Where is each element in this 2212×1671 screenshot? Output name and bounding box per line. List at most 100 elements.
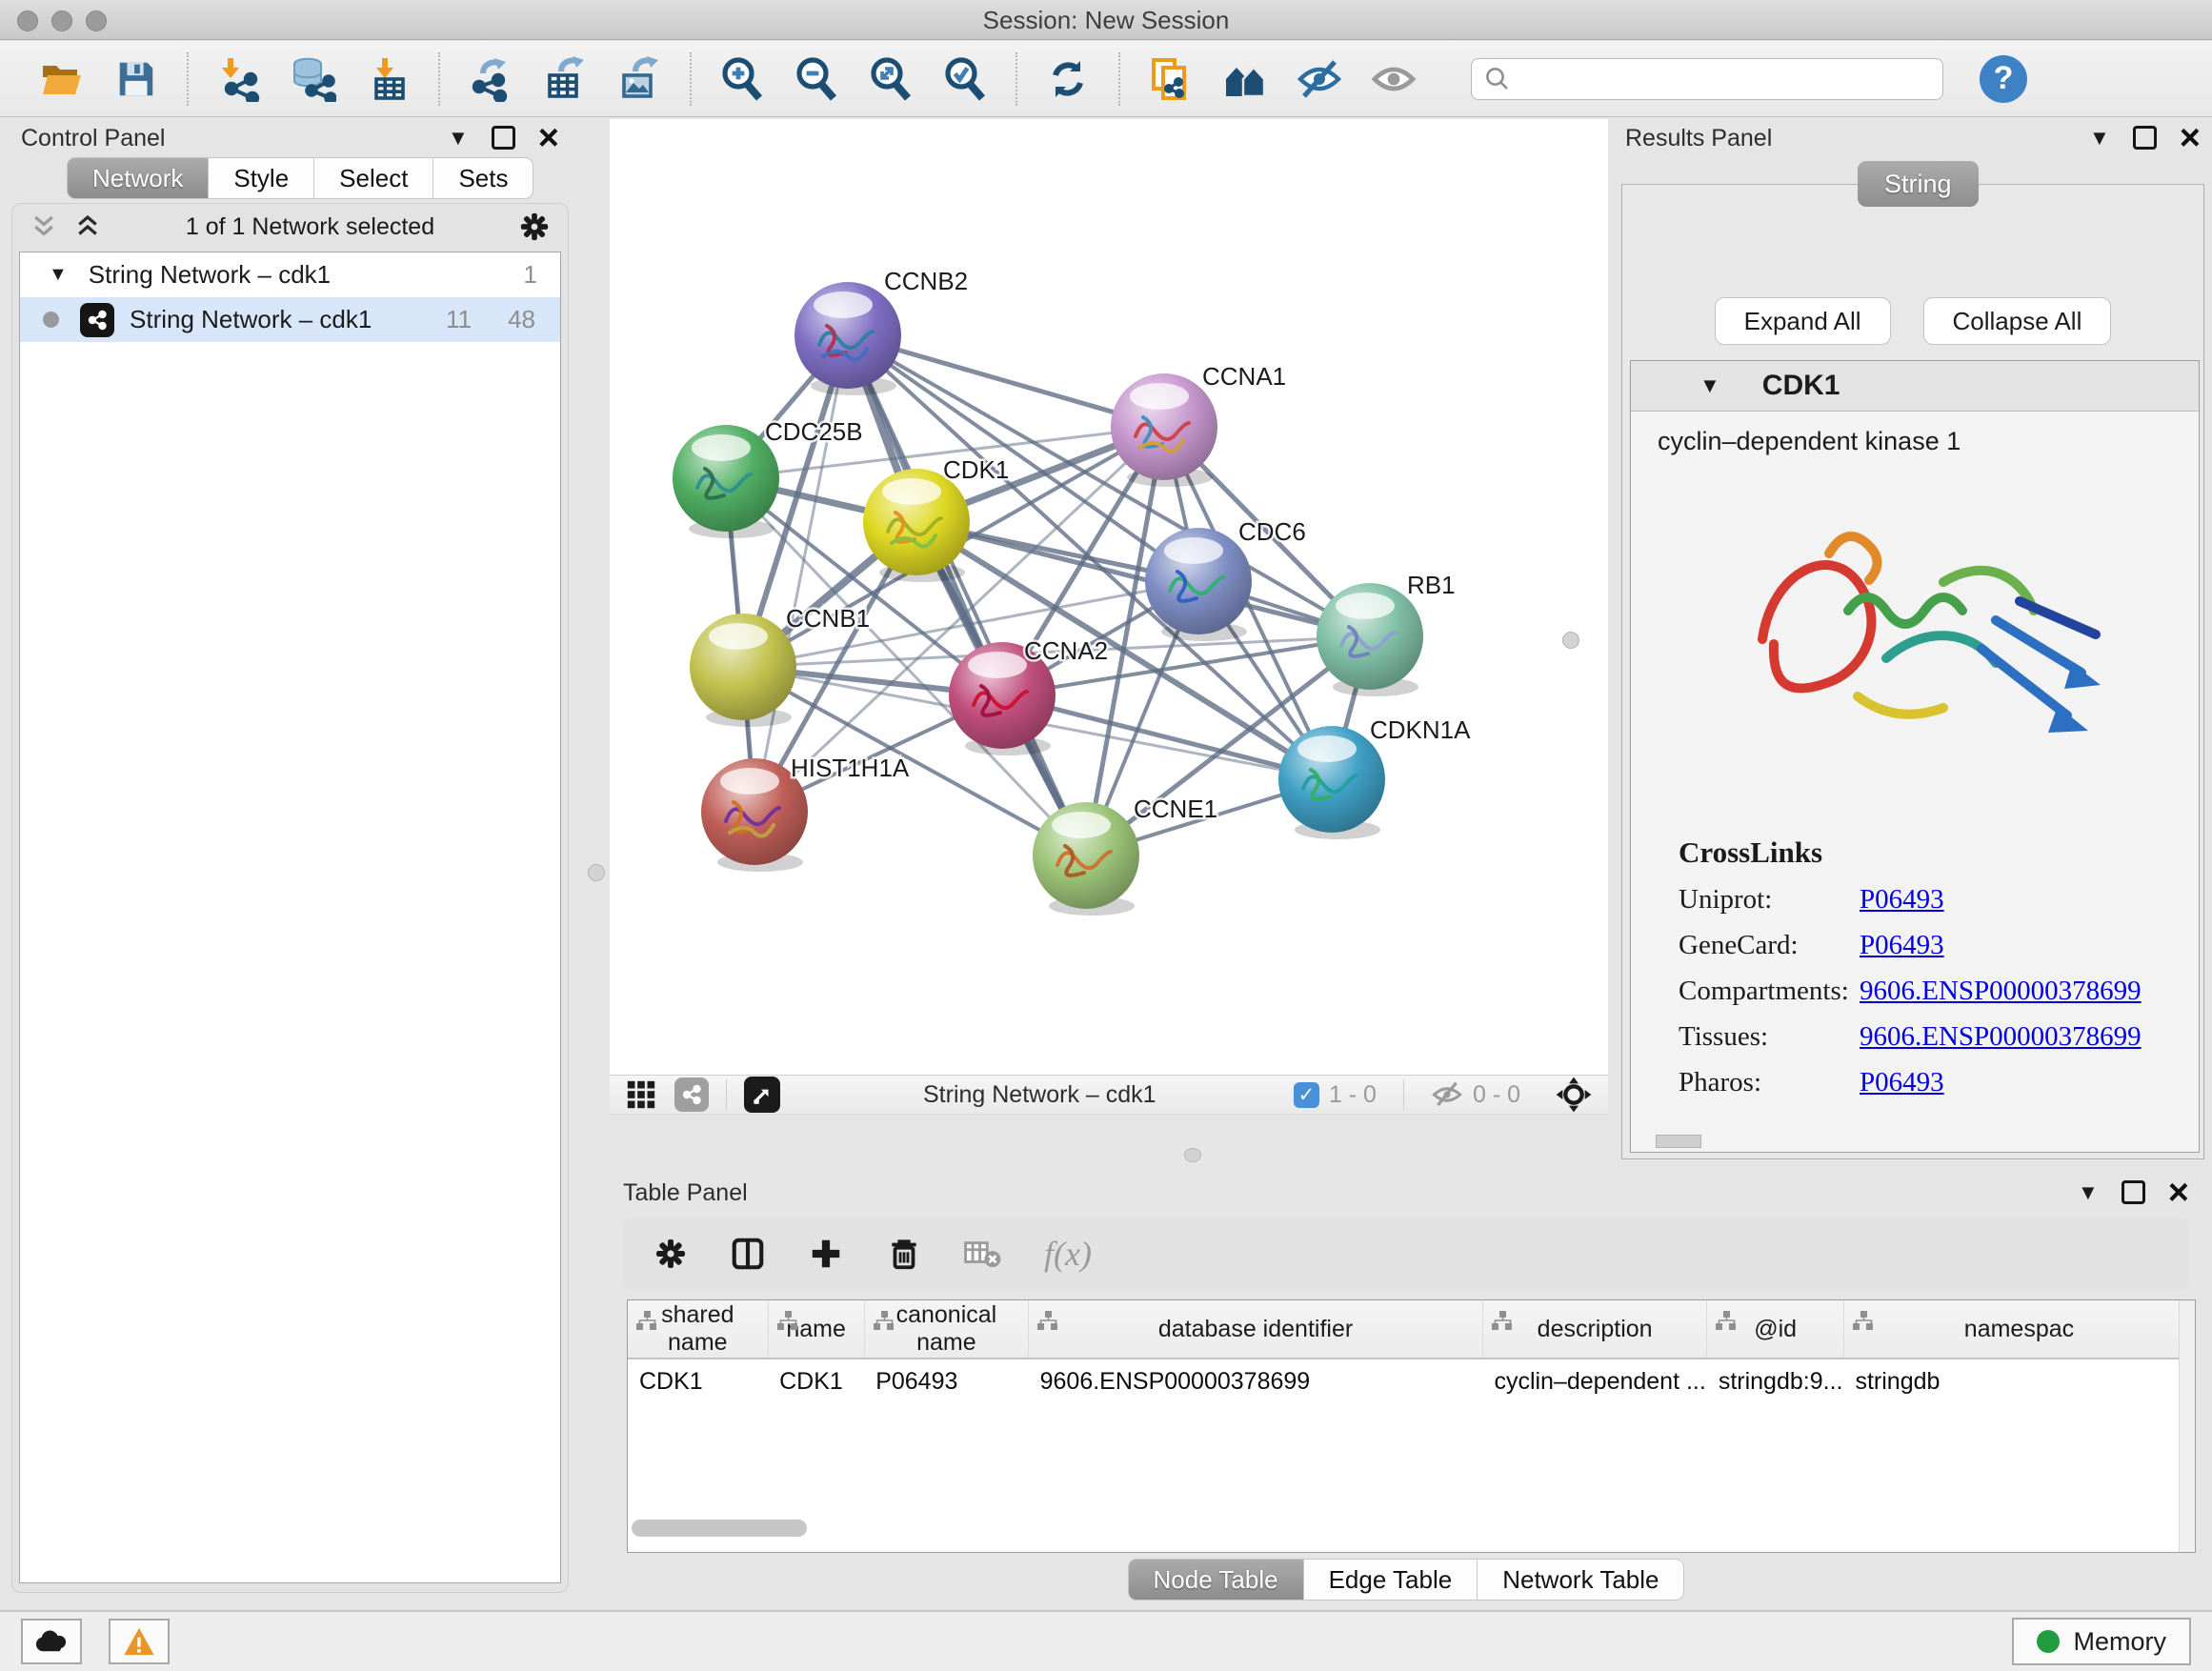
function-builder-icon[interactable]: f(x) [1044,1234,1092,1274]
show-columns-icon[interactable] [730,1236,766,1272]
edge-CCNB2-HIST1H1A[interactable] [754,335,848,812]
crosslink-link[interactable]: P06493 [1860,930,1944,961]
protein-section-header[interactable]: ▼ CDK1 [1631,361,2199,412]
import-network-database-button[interactable] [288,53,339,105]
panel-float-icon[interactable] [492,126,515,150]
delete-column-trash-icon[interactable] [886,1236,922,1272]
search-input[interactable] [1512,65,1931,93]
column-header-name[interactable]: name [768,1300,864,1359]
column-header-namespac[interactable]: namespac [1843,1300,2194,1359]
tab-edge-table[interactable]: Edge Table [1304,1559,1478,1601]
node-CCNA2[interactable]: CCNA2 [949,636,1108,755]
refresh-view-button[interactable] [1042,53,1094,105]
protein-detail-card: ▼ CDK1 cyclin–dependent kinase 1 [1630,360,2200,1153]
crosslink-link[interactable]: P06493 [1860,884,1944,916]
tab-string[interactable]: String [1858,161,1979,207]
import-network-icon [216,56,262,102]
crosslink-link[interactable]: 9606.ENSP00000378699 [1860,1021,2142,1053]
column-header--id[interactable]: @id [1707,1300,1844,1359]
network-collection-row[interactable]: ▼ String Network – cdk1 1 [20,252,560,297]
cloud-status-button[interactable] [21,1619,82,1664]
expand-all-button[interactable]: Expand All [1715,297,1891,345]
node-HIST1H1A[interactable]: HIST1H1A [701,754,910,872]
panel-close-icon[interactable]: × [538,124,559,152]
column-header-shared-name[interactable]: shared name [628,1300,768,1359]
node-label-CDC6: CDC6 [1238,517,1306,546]
collapse-all-icon[interactable] [30,212,58,241]
node-CDKN1A[interactable]: CDKN1A [1278,715,1471,839]
window-zoom-button[interactable] [86,10,107,31]
save-session-button[interactable] [111,53,162,105]
node-label-CCNA1: CCNA1 [1202,362,1286,391]
tab-select[interactable]: Select [314,157,433,199]
clone-network-button[interactable] [1145,53,1196,105]
table-settings-gear-icon[interactable] [654,1237,688,1271]
horizontal-splitter-handle[interactable] [1184,1148,1201,1162]
hidden-items-eye-icon[interactable] [1431,1080,1463,1109]
hide-selected-button[interactable] [1294,53,1345,105]
table-row[interactable]: CDK1CDK1P064939606.ENSP00000378699cyclin… [628,1359,2195,1403]
gear-icon[interactable] [518,211,551,243]
network-graph[interactable]: CCNB2CCNA1CDC25BCDK1CDC6RB1CCNB1CCNA2CDK… [610,119,1608,1075]
zoom-fit-button[interactable] [865,53,916,105]
window-close-button[interactable] [17,10,38,31]
zoom-in-button[interactable] [716,53,768,105]
column-header-description[interactable]: description [1482,1300,1706,1359]
panel-float-icon[interactable] [2122,1180,2145,1204]
zoom-selected-button[interactable] [939,53,991,105]
open-session-button[interactable] [36,53,88,105]
network-canvas[interactable]: CCNB2CCNA1CDC25BCDK1CDC6RB1CCNB1CCNA2CDK… [610,119,1608,1075]
crosslink-link[interactable]: P06493 [1860,1067,1944,1098]
network-style-icon[interactable] [674,1077,709,1112]
zoom-out-button[interactable] [791,53,842,105]
collapse-all-button[interactable]: Collapse All [1923,297,2112,345]
node-CCNB2[interactable]: CCNB2 [794,267,968,395]
table-vertical-scrollbar[interactable] [2179,1300,2195,1552]
node-CCNE1[interactable]: CCNE1 [1033,795,1217,916]
tab-style[interactable]: Style [209,157,314,199]
export-table-icon [542,56,588,102]
node-CDC6[interactable]: CDC6 [1145,517,1306,641]
help-button[interactable]: ? [1980,55,2027,103]
panel-close-icon[interactable]: × [2180,124,2201,152]
node-RB1[interactable]: RB1 [1317,571,1456,696]
tree-expand-icon[interactable]: ▼ [49,264,68,286]
panel-close-icon[interactable]: × [2168,1178,2189,1207]
node-CCNB1[interactable]: CCNB1 [690,604,870,727]
tab-network-table[interactable]: Network Table [1478,1559,1684,1601]
import-network-file-button[interactable] [213,53,265,105]
expand-all-icon[interactable] [73,212,102,241]
node-CCNA1[interactable]: CCNA1 [1111,362,1286,487]
selected-items-checkbox[interactable]: ✓ [1294,1082,1319,1108]
import-table-button[interactable] [362,53,413,105]
tab-sets[interactable]: Sets [433,157,533,199]
left-splitter-handle[interactable] [588,864,605,881]
panel-collapse-icon[interactable]: ▼ [2089,128,2110,149]
panel-collapse-icon[interactable]: ▼ [448,128,469,149]
window-minimize-button[interactable] [51,10,72,31]
column-header-database-identifier[interactable]: database identifier [1029,1300,1483,1359]
export-table-button[interactable] [539,53,591,105]
grid-view-icon[interactable] [625,1078,657,1111]
column-header-canonical-name[interactable]: canonical name [864,1300,1028,1359]
panel-collapse-icon[interactable]: ▼ [2078,1182,2099,1203]
memory-button[interactable]: Memory [2012,1618,2191,1665]
first-neighbors-button[interactable] [1219,53,1271,105]
birds-eye-view-icon[interactable] [744,1077,780,1113]
add-column-plus-icon[interactable] [808,1236,844,1272]
export-network-button[interactable] [465,53,516,105]
pan-crosshair-icon[interactable] [1555,1076,1593,1114]
right-splitter-handle[interactable] [1562,632,1579,649]
results-scrollbar-chip[interactable] [1656,1135,1701,1148]
tab-network[interactable]: Network [67,157,209,199]
panel-float-icon[interactable] [2133,126,2157,150]
table-horizontal-scrollbar[interactable] [632,1520,807,1537]
section-collapse-icon[interactable]: ▼ [1699,373,1720,398]
crosslink-link[interactable]: 9606.ENSP00000378699 [1860,976,2142,1007]
delete-table-icon[interactable] [964,1238,1002,1270]
warnings-button[interactable] [109,1619,170,1664]
tab-node-table[interactable]: Node Table [1128,1559,1304,1601]
export-image-button[interactable] [613,53,665,105]
show-all-button[interactable] [1368,53,1419,105]
network-row[interactable]: String Network – cdk1 11 48 [20,297,560,342]
